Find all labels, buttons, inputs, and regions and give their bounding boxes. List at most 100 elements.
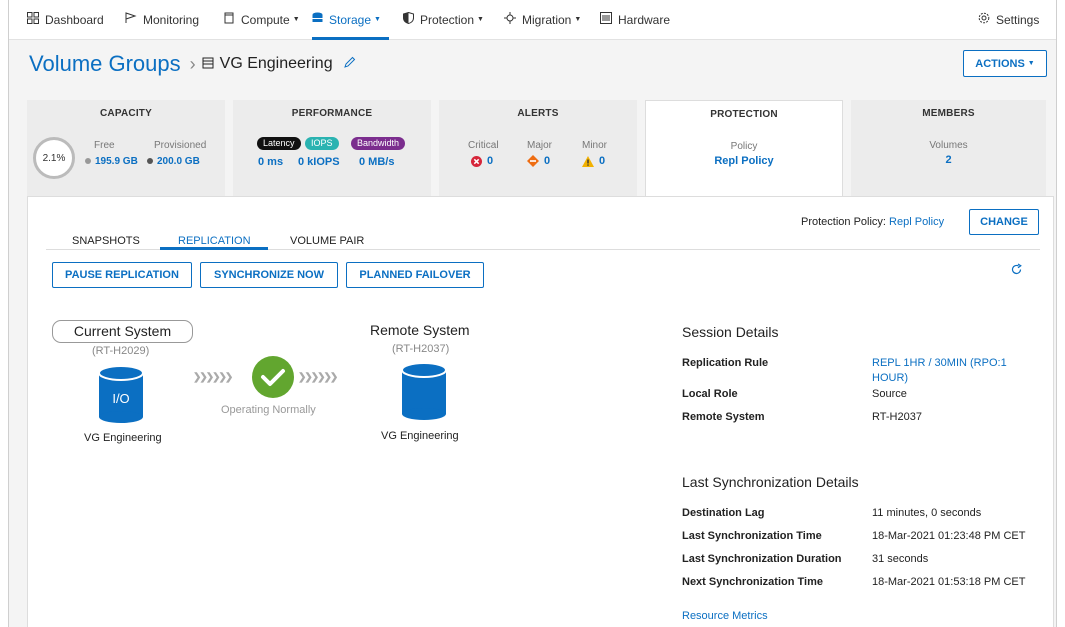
gear-icon xyxy=(978,12,990,27)
actions-button[interactable]: ACTIONS ▼ xyxy=(963,50,1047,77)
shield-icon xyxy=(403,11,414,27)
actions-label: ACTIONS xyxy=(975,57,1025,70)
performance-title: PERFORMANCE xyxy=(291,108,373,119)
critical-value: 0 xyxy=(487,155,494,167)
latency-value: 0 ms xyxy=(258,156,284,168)
pause-replication-button[interactable]: PAUSE REPLICATION xyxy=(52,262,192,288)
nav-migration-label: Migration xyxy=(522,12,572,27)
migration-icon xyxy=(504,12,516,27)
volume-group-name: VG Engineering xyxy=(219,55,333,72)
nav-compute[interactable]: Compute ▼ xyxy=(223,12,300,27)
current-system-id: (RT-H2029) xyxy=(92,345,150,357)
detail-value: 31 seconds xyxy=(872,553,929,565)
top-nav: Dashboard Monitoring Compute ▼ Storage ▼ P… xyxy=(9,0,1056,40)
nav-migration[interactable]: Migration ▼ xyxy=(504,12,581,27)
synchronize-now-button[interactable]: SYNCHRONIZE NOW xyxy=(200,262,338,288)
protection-policy-text: Protection Policy: Repl Policy xyxy=(801,216,944,228)
replication-rule-link[interactable]: REPL 1HR / 30MIN (RPO:1 HOUR) xyxy=(872,356,1032,386)
free-value: 195.9 GB xyxy=(95,156,138,167)
policy-value[interactable]: Repl Policy xyxy=(646,155,842,167)
app-frame: Dashboard Monitoring Compute ▼ Storage ▼ P… xyxy=(8,0,1057,627)
provisioned-legend-dot xyxy=(147,158,153,165)
detail-key: Remote System xyxy=(682,411,765,423)
sync-details-title: Last Synchronization Details xyxy=(682,474,859,490)
nav-hardware[interactable]: Hardware xyxy=(600,12,670,27)
nav-dashboard[interactable]: Dashboard xyxy=(27,12,104,27)
tab-replication[interactable]: REPLICATION xyxy=(178,235,251,247)
page-title: Volume Groups › VG Engineering xyxy=(29,51,356,77)
detail-key: Last Synchronization Duration xyxy=(682,553,842,565)
volumes-value[interactable]: 2 xyxy=(851,154,1046,166)
detail-value: Source xyxy=(872,388,907,400)
alerts-title: ALERTS xyxy=(517,108,559,119)
session-details-title: Session Details xyxy=(682,324,779,340)
flag-icon xyxy=(125,12,137,27)
nav-storage-label: Storage xyxy=(329,12,372,27)
current-system-label: Current System xyxy=(52,320,193,343)
volumes-label: Volumes xyxy=(929,140,968,151)
chevron-right-icon: › xyxy=(189,53,196,74)
provisioned-value: 200.0 GB xyxy=(157,156,200,167)
tab-volume-pair[interactable]: VOLUME PAIR xyxy=(290,235,364,247)
chevron-down-icon: ▼ xyxy=(1027,60,1035,67)
compute-icon xyxy=(223,12,235,27)
breadcrumb-volume-groups[interactable]: Volume Groups xyxy=(29,51,181,77)
detail-value: 18-Mar-2021 01:53:18 PM CET xyxy=(872,576,1026,588)
replication-status-text: Operating Normally xyxy=(221,404,316,416)
nav-active-indicator xyxy=(312,37,389,40)
io-label: I/O xyxy=(112,391,130,406)
nav-hardware-label: Hardware xyxy=(618,12,671,27)
current-volume-icon: I/O xyxy=(98,365,144,423)
nav-protection-label: Protection xyxy=(420,12,475,27)
refresh-icon[interactable] xyxy=(1010,263,1023,279)
performance-card[interactable]: PERFORMANCE Latency IOPS Bandwidth 0 ms … xyxy=(233,100,431,196)
chevron-down-icon: ▼ xyxy=(574,16,582,23)
nav-settings-label: Settings xyxy=(996,12,1040,27)
detail-value: 18-Mar-2021 01:23:48 PM CET xyxy=(872,530,1026,542)
nav-protection[interactable]: Protection ▼ xyxy=(403,11,484,27)
policy-label: Policy xyxy=(730,141,758,152)
capacity-title: CAPACITY xyxy=(100,108,152,119)
storage-icon xyxy=(312,12,323,27)
major-icon xyxy=(527,155,539,167)
chevron-down-icon: ▼ xyxy=(374,16,381,23)
capacity-card[interactable]: CAPACITY 2.1% Free Provisioned 195.9 GB … xyxy=(27,100,225,196)
protection-card[interactable]: PROTECTION Policy Repl Policy xyxy=(645,100,843,198)
nav-settings[interactable]: Settings xyxy=(978,12,1039,27)
free-legend-dot xyxy=(85,158,91,165)
current-vg-name: VG Engineering xyxy=(84,432,162,444)
resource-metrics-link[interactable]: Resource Metrics xyxy=(682,610,768,622)
alerts-card[interactable]: ALERTS Critical Major Minor 0 0 0 xyxy=(439,100,637,196)
warning-icon xyxy=(582,155,594,167)
nav-storage[interactable]: Storage ▼ xyxy=(312,12,381,27)
detail-key: Destination Lag xyxy=(682,507,765,519)
members-card[interactable]: MEMBERS Volumes 2 xyxy=(851,100,1046,196)
tab-bar: SNAPSHOTS REPLICATION VOLUME PAIR xyxy=(46,233,1040,250)
dashboard-icon xyxy=(27,12,39,27)
bandwidth-value: 0 MB/s xyxy=(359,156,395,168)
detail-key: Replication Rule xyxy=(682,357,769,369)
change-button[interactable]: CHANGE xyxy=(969,209,1039,235)
nav-monitoring[interactable]: Monitoring xyxy=(125,12,199,27)
major-value: 0 xyxy=(544,155,551,167)
detail-key: Last Synchronization Time xyxy=(682,530,822,542)
protection-policy-link[interactable]: Repl Policy xyxy=(889,216,944,228)
nav-monitoring-label: Monitoring xyxy=(143,12,200,27)
pencil-icon[interactable] xyxy=(343,56,356,72)
detail-key: Local Role xyxy=(682,388,738,400)
tab-snapshots[interactable]: SNAPSHOTS xyxy=(72,235,140,247)
planned-failover-button[interactable]: PLANNED FAILOVER xyxy=(346,262,484,288)
replication-arrows-left: ❯❯❯❯❯❯ xyxy=(193,372,233,383)
tab-active-indicator xyxy=(160,247,268,250)
critical-label: Critical xyxy=(468,140,499,151)
bandwidth-pill: Bandwidth xyxy=(351,137,406,150)
chevron-down-icon: ▼ xyxy=(292,16,300,23)
free-label: Free xyxy=(94,140,115,151)
hardware-icon xyxy=(600,12,612,27)
volume-group-icon xyxy=(202,57,214,72)
minor-label: Minor xyxy=(582,140,608,151)
chevron-down-icon: ▼ xyxy=(477,16,484,23)
detail-key: Next Synchronization Time xyxy=(682,576,823,588)
remote-system-id: (RT-H2037) xyxy=(392,343,450,355)
remote-system-label: Remote System xyxy=(370,322,470,338)
